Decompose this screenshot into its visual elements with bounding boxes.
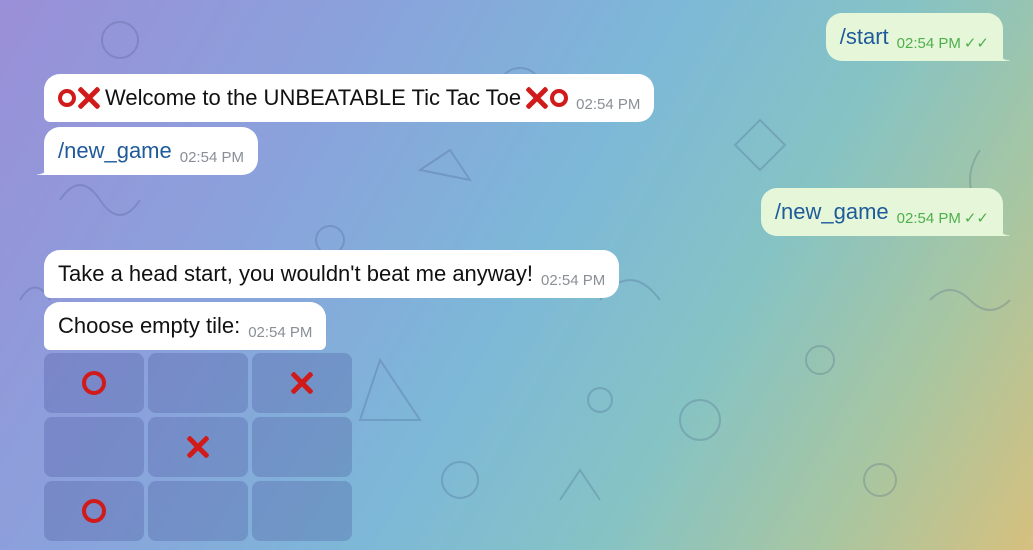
new-game-command-link[interactable]: /new_game — [58, 140, 172, 162]
incoming-message-choose-tile: Choose empty tile: 02:54 PM — [44, 302, 327, 350]
incoming-message-head-start: Take a head start, you wouldn't beat me … — [44, 250, 620, 298]
new-game-command-link[interactable]: /new_game — [775, 201, 889, 223]
board-tile-0-2[interactable] — [252, 353, 352, 413]
board-tile-0-0[interactable] — [44, 353, 144, 413]
xo-emoji-icon — [525, 86, 569, 110]
board-tile-2-2[interactable] — [252, 481, 352, 541]
board-tile-2-1[interactable] — [148, 481, 248, 541]
message-time: 02:54 PM — [541, 271, 606, 289]
message-time: 02:54 PM — [896, 34, 961, 52]
start-command-link[interactable]: /start — [840, 26, 889, 48]
double-check-icon: ✓✓ — [963, 209, 989, 227]
message-time: 02:54 PM — [179, 148, 244, 166]
incoming-message-new-game: /new_game 02:54 PM — [37, 127, 258, 175]
message-time: 02:54 PM — [248, 323, 313, 341]
incoming-message-welcome: Welcome to the UNBEATABLE Tic Tac Toe 02… — [44, 74, 655, 122]
board-tile-0-1[interactable] — [148, 353, 248, 413]
cross-mark-icon — [288, 369, 316, 397]
board-tile-2-0[interactable] — [44, 481, 144, 541]
red-circle-icon — [550, 89, 569, 107]
outgoing-message-new-game: /new_game 02:54 PM ✓✓ — [760, 188, 1011, 236]
message-time: 02:54 PM — [576, 95, 641, 113]
red-cross-icon — [525, 86, 549, 110]
welcome-text: Welcome to the UNBEATABLE Tic Tac Toe — [105, 85, 522, 110]
circle-mark-icon — [82, 499, 106, 523]
choose-tile-text: Choose empty tile: — [58, 313, 241, 338]
board-tile-1-2[interactable] — [252, 417, 352, 477]
message-time: 02:54 PM — [896, 209, 961, 227]
head-start-text: Take a head start, you wouldn't beat me … — [58, 261, 534, 286]
cross-mark-icon — [184, 433, 212, 461]
ox-emoji-icon — [58, 86, 101, 110]
double-check-icon: ✓✓ — [963, 34, 989, 52]
circle-mark-icon — [82, 371, 106, 395]
board-tile-1-0[interactable] — [44, 417, 144, 477]
red-cross-icon — [77, 86, 101, 110]
outgoing-message-start: /start 02:54 PM ✓✓ — [825, 13, 1011, 61]
tic-tac-toe-board — [44, 353, 352, 541]
board-tile-1-1[interactable] — [148, 417, 248, 477]
red-circle-icon — [58, 89, 76, 107]
